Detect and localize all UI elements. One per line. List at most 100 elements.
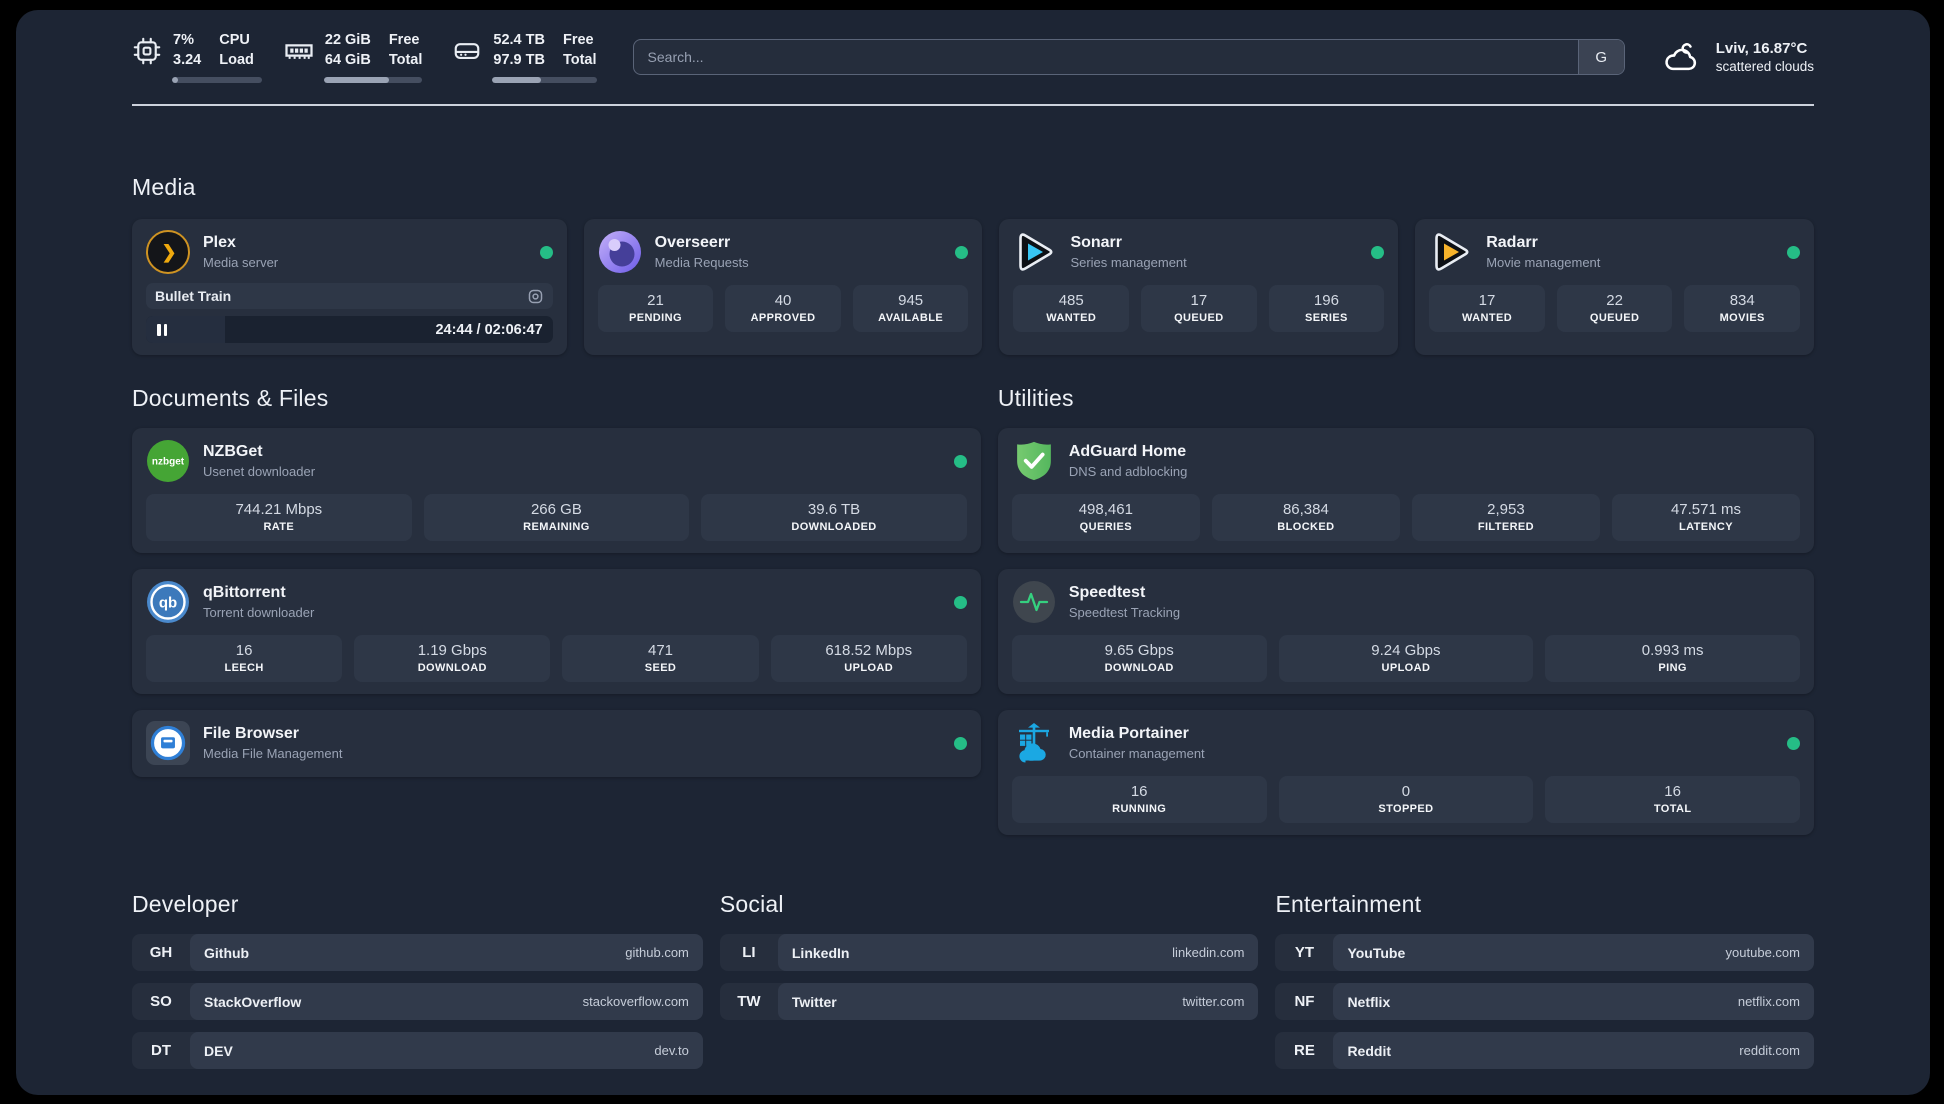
stat-label: TOTAL <box>1653 803 1692 815</box>
section-title-social: Social <box>719 891 784 917</box>
bookmark-url: reddit.com <box>1739 1043 1800 1058</box>
now-playing-title: Bullet Train <box>155 288 232 304</box>
nzbget-icon: nzbget <box>146 439 190 483</box>
overseerr-icon <box>598 230 642 274</box>
bookmark-row[interactable]: DT DEV dev.to <box>132 1032 703 1069</box>
bookmark-row[interactable]: LI LinkedIn linkedin.com <box>719 934 1259 971</box>
filebrowser-icon <box>146 721 190 765</box>
stat-value: 266 GB <box>530 501 582 518</box>
app-name: File Browser <box>203 725 300 742</box>
stat-value: 16 <box>235 642 253 659</box>
app-subtitle: Media File Management <box>203 746 343 761</box>
stat-value: 17 <box>1190 292 1208 309</box>
system-stats: 7%3.24 CPULoad 22 GiB64 GiB FreeTota <box>132 31 597 83</box>
stat-label: FILTERED <box>1477 521 1535 533</box>
stat-value: 9.65 Gbps <box>1104 642 1174 659</box>
bookmark-row[interactable]: NF Netflix netflix.com <box>1275 983 1814 1020</box>
bookmark-list: YT YouTube youtube.com NF Netflix netfli… <box>1275 934 1814 1069</box>
stat-value: 0 <box>1401 783 1411 800</box>
disk-icon <box>452 36 482 66</box>
bookmark-row[interactable]: GH Github github.com <box>132 934 703 971</box>
app-name: AdGuard Home <box>1068 443 1187 460</box>
stat-box: 266 GB REMAINING <box>423 494 690 541</box>
bookmark-row[interactable]: RE Reddit reddit.com <box>1275 1032 1814 1069</box>
disk-stat: 52.4 TB 97.9 TB Free Total <box>452 31 597 83</box>
app-card-filebrowser[interactable]: File Browser Media File Management <box>132 710 981 777</box>
disk-total-value: 97.9 TB <box>493 52 545 68</box>
bookmark-row[interactable]: SO StackOverflow stackoverflow.com <box>132 983 703 1020</box>
app-card-nzbget[interactable]: nzbget NZBGet Usenet downloader 744.21 M… <box>132 428 981 553</box>
bookmark-name: Netflix <box>1347 993 1391 1010</box>
app-card-qbittorrent[interactable]: qb qBittorrent Torrent downloader 16 LEE… <box>132 569 981 694</box>
stat-box: 39.6 TB DOWNLOADED <box>701 494 967 541</box>
stat-value: 17 <box>1478 292 1496 309</box>
section-title-documents: Documents & Files <box>132 385 329 411</box>
stat-box: 16 RUNNING <box>1011 776 1267 823</box>
bookmark-row[interactable]: TW Twitter twitter.com <box>719 983 1259 1020</box>
stat-box: 618.52 Mbps UPLOAD <box>770 635 967 682</box>
stat-box: 2,953 FILTERED <box>1411 494 1600 541</box>
stat-label: QUERIES <box>1079 521 1132 533</box>
app-card-overseerr[interactable]: Overseerr Media Requests 21 PENDING 40 A… <box>583 219 983 355</box>
app-card-adguard[interactable]: AdGuard Home DNS and adblocking 498,461 … <box>997 428 1814 553</box>
app-card-sonarr[interactable]: Sonarr Series management 485 WANTED 17 Q… <box>999 219 1399 355</box>
app-stats: 485 WANTED 17 QUEUED 196 SERIES <box>1013 285 1385 332</box>
bookmark-abbr: RE <box>1294 1042 1315 1059</box>
app-card-speedtest[interactable]: Speedtest Speedtest Tracking 9.65 Gbps D… <box>997 569 1814 694</box>
stat-label: DOWNLOAD <box>417 662 487 674</box>
stat-box: 471 SEED <box>562 635 759 682</box>
disk-free-label: Free <box>562 32 594 49</box>
section-title-utilities: Utilities <box>997 385 1074 411</box>
ram-icon <box>284 36 314 66</box>
bookmark-row[interactable]: YT YouTube youtube.com <box>1275 934 1814 971</box>
bookmark-abbr: NF <box>1294 993 1315 1010</box>
stat-value: 1.19 Gbps <box>417 642 487 659</box>
app-subtitle: Series management <box>1070 255 1187 270</box>
status-dot <box>539 245 553 259</box>
stat-box: 16 TOTAL <box>1545 776 1801 823</box>
search-input[interactable] <box>632 39 1625 75</box>
stat-box: 196 SERIES <box>1268 285 1385 332</box>
stat-value: 498,461 <box>1078 501 1133 518</box>
stat-label: QUEUED <box>1589 312 1640 324</box>
sonarr-icon <box>1013 230 1057 274</box>
player-settings-icon[interactable] <box>527 288 544 305</box>
stat-box: 16 LEECH <box>146 635 343 682</box>
bookmark-url: netflix.com <box>1737 994 1800 1009</box>
header-divider <box>132 104 1814 106</box>
stat-label: RATE <box>263 521 295 533</box>
stat-box: 744.21 Mbps RATE <box>146 494 412 541</box>
stat-box: 9.65 Gbps DOWNLOAD <box>1011 635 1267 682</box>
cloud-icon <box>1661 38 1703 76</box>
radarr-icon <box>1429 230 1473 274</box>
app-name: Media Portainer <box>1068 725 1189 742</box>
status-dot <box>1371 245 1385 259</box>
bookmark-list: GH Github github.com SO StackOverflow st… <box>132 934 703 1069</box>
app-stats: 498,461 QUERIES 86,384 BLOCKED 2,953 FIL… <box>1011 494 1800 541</box>
stat-value: 16 <box>1130 783 1148 800</box>
stat-box: 0 STOPPED <box>1278 776 1534 823</box>
stat-box: 9.24 Gbps UPLOAD <box>1278 635 1534 682</box>
stat-box: 485 WANTED <box>1013 285 1130 332</box>
search-engine-button[interactable]: G <box>1577 40 1624 74</box>
bookmark-name: Github <box>204 944 250 961</box>
bookmark-group-developer: Developer GH Github github.com SO StackO… <box>132 891 703 1069</box>
app-name: NZBGet <box>203 443 263 460</box>
bookmark-url: stackoverflow.com <box>582 994 689 1009</box>
app-card-plex[interactable]: ❯ Plex Media server Bullet Train 24:44 /… <box>132 219 567 355</box>
app-subtitle: Torrent downloader <box>203 605 315 620</box>
section-title-entertainment: Entertainment <box>1275 891 1422 917</box>
stat-value: 22 <box>1606 292 1623 309</box>
weather-widget: Lviv, 16.87°C scattered clouds <box>1661 38 1814 76</box>
stat-value: 47.571 ms <box>1670 501 1741 518</box>
pause-icon <box>157 323 167 336</box>
bookmark-url: youtube.com <box>1725 945 1800 960</box>
weather-location-temp: Lviv, 16.87°C <box>1715 40 1808 57</box>
bookmark-abbr: GH <box>149 944 173 961</box>
app-card-portainer[interactable]: Media Portainer Container management 16 … <box>997 710 1814 835</box>
stat-label: APPROVED <box>750 312 816 324</box>
stat-label: SERIES <box>1305 312 1348 324</box>
stat-label: REMAINING <box>523 521 590 533</box>
cpu-progress-bar <box>172 76 262 83</box>
app-card-radarr[interactable]: Radarr Movie management 17 WANTED 22 QUE… <box>1415 219 1814 355</box>
